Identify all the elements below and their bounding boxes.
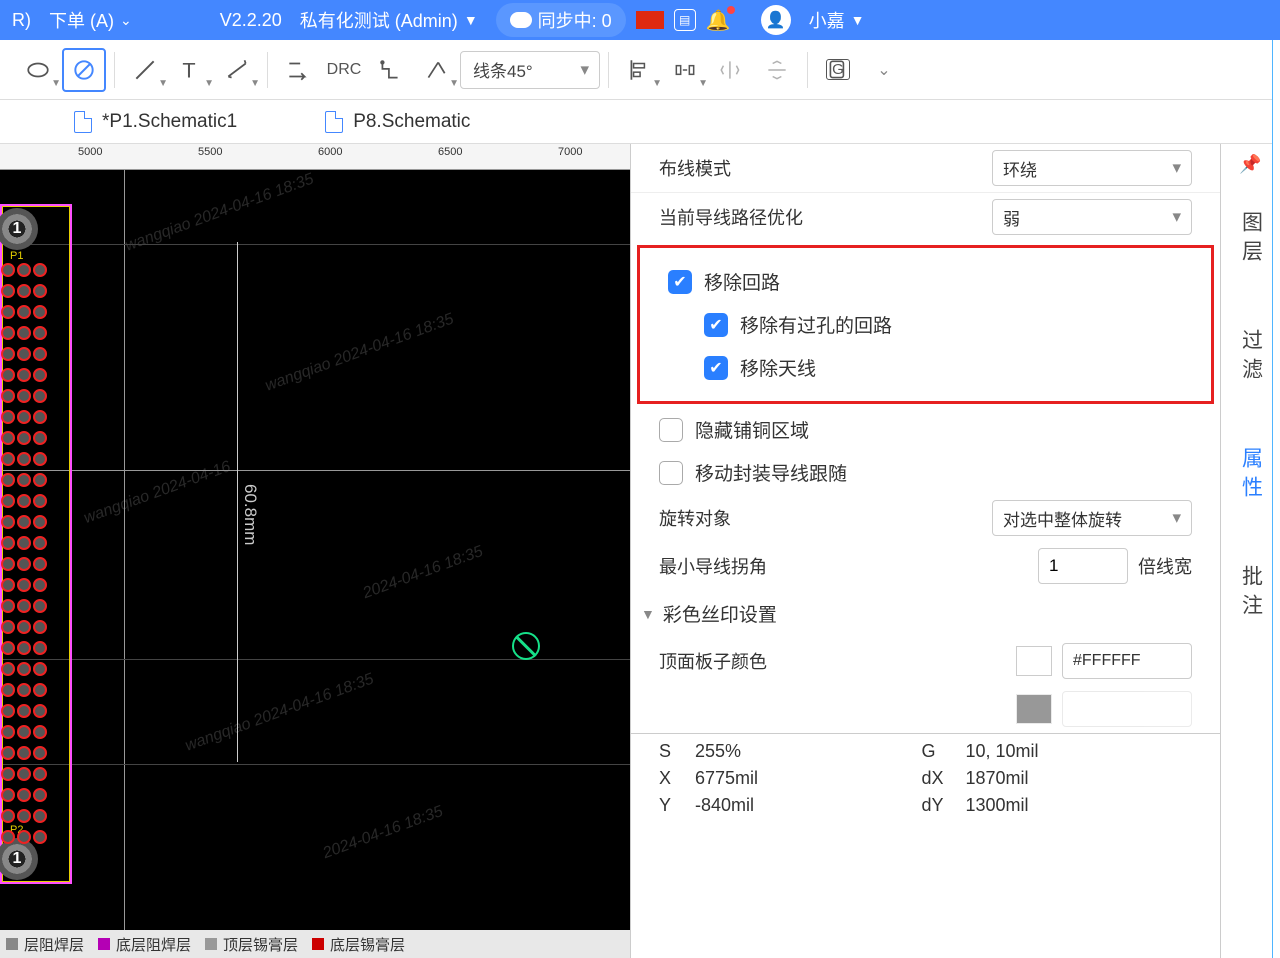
cursor-indicator — [512, 632, 540, 660]
pcb-board: 1 1 P1 P2 — [0, 204, 72, 884]
highlighted-group: ✔移除回路 ✔移除有过孔的回路 ✔移除天线 — [637, 245, 1214, 404]
ruler-horizontal: 5000 5500 6000 6500 7000 — [0, 144, 630, 170]
tab-schematic1[interactable]: *P1.Schematic1 — [60, 111, 251, 133]
side-panel: 布线模式环绕 当前导线路径优化弱 ✔移除回路 ✔移除有过孔的回路 ✔移除天线 隐… — [630, 144, 1280, 958]
version-label: V2.2.20 — [220, 10, 282, 31]
text-tool[interactable]: T▼ — [169, 48, 213, 92]
side-tabs: 📌 图层 过滤 属性 批注 — [1220, 144, 1280, 958]
order-suffix: R) — [12, 10, 31, 31]
pcb-canvas[interactable]: 5000 5500 6000 6500 7000 wangqiao 2024-0… — [0, 144, 630, 958]
more-tool[interactable]: ⌄ — [862, 48, 906, 92]
hide-copper-check[interactable]: 隐藏铺铜区域 — [631, 408, 1220, 451]
min-corner-unit: 倍线宽 — [1138, 553, 1192, 579]
properties-panel: 布线模式环绕 当前导线路径优化弱 ✔移除回路 ✔移除有过孔的回路 ✔移除天线 隐… — [631, 144, 1220, 958]
align-left-tool[interactable]: ▼ — [617, 48, 661, 92]
rotate-obj-label: 旋转对象 — [659, 505, 992, 531]
remove-loop-check[interactable]: ✔移除回路 — [640, 260, 1211, 303]
document-tabs: *P1.Schematic1 P8.Schematic — [0, 100, 1280, 144]
flip-h-tool[interactable] — [709, 48, 753, 92]
layer-bar[interactable]: 层阻焊层 底层阻焊层 顶层锡膏层 底层锡膏层 — [0, 930, 630, 958]
dimension-tool[interactable]: ▼ — [215, 48, 259, 92]
rotate-obj-select[interactable]: 对选中整体旋转 — [992, 500, 1192, 536]
optimize-select[interactable]: 弱 — [992, 199, 1192, 235]
group-tool[interactable]: G — [816, 48, 860, 92]
flag-icon[interactable] — [636, 11, 664, 29]
no-entry-tool[interactable] — [62, 48, 106, 92]
coordinates-bar: S255%G10, 10mil X6775mildX1870mil Y-840m… — [631, 733, 1220, 823]
remove-via-loop-check[interactable]: ✔移除有过孔的回路 — [640, 303, 1211, 346]
crosshair-h — [0, 470, 630, 471]
min-corner-input[interactable] — [1038, 548, 1128, 584]
crosshair-v — [124, 170, 125, 958]
top-color-swatch[interactable] — [1016, 646, 1052, 676]
min-corner-label: 最小导线拐角 — [659, 553, 1038, 579]
pin-icon[interactable]: 📌 — [1233, 148, 1267, 181]
route-tool[interactable] — [368, 48, 412, 92]
user-menu[interactable]: 小嘉▼ — [801, 7, 873, 33]
route-mode-select[interactable]: 环绕 — [992, 150, 1192, 186]
silk-section-header[interactable]: ▼彩色丝印设置 — [631, 590, 1220, 637]
document-icon — [74, 111, 92, 133]
optimize-label: 当前导线路径优化 — [659, 204, 992, 230]
route-mode-label: 布线模式 — [659, 155, 992, 181]
title-bar: R) 下单 (A)⌄ V2.2.20 私有化测试 (Admin)▼ 同步中: 0… — [0, 0, 1280, 40]
avatar-icon[interactable]: 👤 — [761, 5, 791, 35]
document-icon — [325, 111, 343, 133]
toolbar: ▼ ▼ T▼ ▼ DRC ▼ 线条45° ▼ ▼ G ⌄ — [0, 40, 1280, 100]
top-color-value[interactable]: #FFFFFF — [1062, 643, 1192, 679]
move-follow-check[interactable]: 移动封装导线跟随 — [631, 451, 1220, 494]
tab-filter[interactable]: 过滤 — [1226, 299, 1276, 417]
color-swatch[interactable] — [1016, 694, 1052, 724]
cloud-icon — [510, 12, 532, 28]
line-angle-combo[interactable]: 线条45° — [460, 51, 600, 89]
order-menu[interactable]: 下单 (A)⌄ — [41, 7, 140, 33]
sync-status[interactable]: 同步中: 0 — [496, 3, 626, 37]
remove-antenna-check[interactable]: ✔移除天线 — [640, 346, 1211, 389]
tab-attributes[interactable]: 属性 — [1226, 417, 1276, 535]
chat-icon[interactable]: ▤ — [674, 9, 696, 31]
tab-layers[interactable]: 图层 — [1226, 181, 1276, 299]
angle-tool[interactable]: ▼ — [414, 48, 458, 92]
ellipse-tool[interactable]: ▼ — [16, 48, 60, 92]
tab-notes[interactable]: 批注 — [1226, 535, 1276, 653]
tab-schematic2[interactable]: P8.Schematic — [311, 111, 484, 133]
bell-icon[interactable]: 🔔 — [706, 8, 731, 33]
color-value[interactable] — [1062, 691, 1192, 727]
top-color-label: 顶面板子颜色 — [659, 648, 1016, 674]
dimension-label: 60.8mm — [240, 484, 260, 545]
line-tool[interactable]: ▼ — [123, 48, 167, 92]
drc-tool[interactable]: DRC — [322, 48, 366, 92]
pad-array — [0, 262, 64, 850]
svg-text:T: T — [182, 57, 195, 82]
distribute-tool[interactable]: ▼ — [663, 48, 707, 92]
env-menu[interactable]: 私有化测试 (Admin)▼ — [292, 7, 486, 33]
flip-v-tool[interactable] — [755, 48, 799, 92]
export-tool[interactable] — [276, 48, 320, 92]
refdes: P1 — [10, 250, 23, 262]
